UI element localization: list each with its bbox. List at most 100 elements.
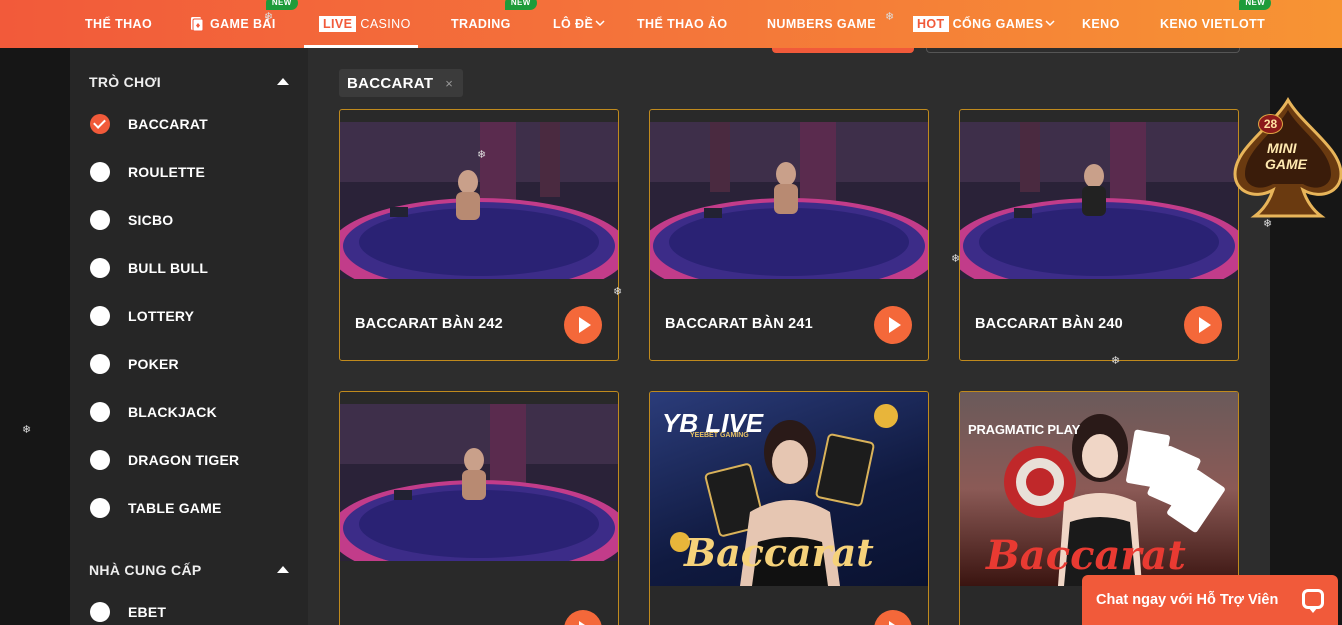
nav-the-thao[interactable]: THỂ THAO (85, 0, 152, 48)
top-navigation: THỂ THAO GAME BÀI NEW LIVE CASINO TRADIN… (0, 0, 1342, 48)
live-table-thumbnail (650, 122, 928, 279)
radio-icon[interactable] (90, 402, 110, 422)
baccarat-wordmark: Baccarat (986, 532, 1186, 579)
left-gutter (0, 48, 70, 625)
play-icon[interactable] (874, 306, 912, 344)
game-filter-sicbo[interactable]: SICBO (90, 209, 173, 231)
live-table-thumbnail (340, 404, 618, 561)
active-nav-indicator (304, 45, 418, 48)
nav-cong-games[interactable]: HOT CỔNG GAMES (913, 0, 1055, 48)
filter-label: BLACKJACK (128, 404, 217, 420)
nav-label: KENO (1082, 17, 1120, 31)
mini-game-label: MINI (1267, 140, 1297, 156)
nav-numbers-game[interactable]: NUMBERS GAME (767, 0, 876, 48)
yb-live-baccarat-banner: YB LIVE YEEBET GAMING Baccarat (650, 392, 928, 586)
game-card[interactable]: YB LIVE YEEBET GAMING Baccarat (649, 391, 929, 625)
new-badge: NEW (265, 0, 298, 10)
card-title: BACCARAT BÀN 242 (355, 316, 503, 332)
nav-keno-vietlott[interactable]: KENO VIETLOTT NEW (1160, 0, 1272, 48)
filter-label: BACCARAT (128, 116, 208, 132)
nav-label: THỂ THAO (85, 17, 153, 31)
game-card[interactable]: BACCARAT BÀN 241 (649, 109, 929, 361)
chevron-down-icon (1045, 19, 1055, 30)
nav-label: KENO VIETLOTT (1160, 17, 1266, 31)
nav-casino[interactable]: LIVE CASINO (319, 0, 411, 48)
active-filter-chip: BACCARAT × (339, 69, 463, 97)
mini-game-count: 28 (1258, 114, 1283, 134)
nav-label: NUMBERS GAME (767, 17, 876, 31)
support-chat-button[interactable]: Chat ngay với Hỗ Trợ Viên (1082, 575, 1338, 625)
close-icon[interactable]: × (445, 76, 453, 91)
nav-trading[interactable]: TRADING NEW (451, 0, 537, 48)
providers-section-title: NHÀ CUNG CẤP (89, 562, 202, 578)
nav-the-thao-ao[interactable]: THỂ THAO ẢO (637, 0, 728, 48)
game-filter-dragon-tiger[interactable]: DRAGON TIGER (90, 449, 239, 471)
mini-game-label: GAME (1265, 156, 1307, 172)
play-icon[interactable] (564, 306, 602, 344)
pragmatic-play-logo: PRAGMATIC PLAY (968, 422, 1081, 437)
filter-label: EBET (128, 604, 167, 620)
new-badge: NEW (1239, 0, 1272, 10)
yb-live-subtitle: YEEBET GAMING (690, 432, 749, 439)
game-card[interactable]: BACCARAT BÀN 242 (339, 109, 619, 361)
snowflake-icon: ❄ (951, 253, 961, 265)
snowflake-icon: ❄ (885, 11, 895, 23)
collapse-caret-icon[interactable] (277, 78, 289, 85)
filter-label: POKER (128, 356, 179, 372)
game-filter-blackjack[interactable]: BLACKJACK (90, 401, 217, 423)
snowflake-icon: ❄ (264, 11, 274, 23)
filter-label: ROULETTE (128, 164, 206, 180)
chevron-down-icon (595, 19, 605, 30)
snowflake-icon: ❄ (613, 286, 623, 298)
filter-label: DRAGON TIGER (128, 452, 240, 468)
game-card[interactable]: BACCARAT BÀN 240 (959, 109, 1239, 361)
play-icon[interactable] (874, 610, 912, 625)
nav-label: LÔ ĐỀ (553, 17, 594, 31)
radio-icon[interactable] (90, 258, 110, 278)
radio-icon[interactable] (90, 498, 110, 518)
game-filter-roulette[interactable]: ROULETTE (90, 161, 205, 183)
nav-game-bai[interactable]: GAME BÀI NEW (190, 0, 298, 48)
filter-label: TABLE GAME (128, 500, 222, 516)
radio-icon[interactable] (90, 602, 110, 622)
provider-filter-ebet[interactable]: EBET (90, 601, 166, 623)
search-field[interactable] (926, 48, 1240, 53)
radio-icon[interactable] (90, 354, 110, 374)
nav-lo-de[interactable]: LÔ ĐỀ (553, 0, 605, 48)
baccarat-wordmark: Baccarat (684, 530, 874, 575)
radio-icon[interactable] (90, 450, 110, 470)
filter-label: BULL BULL (128, 260, 209, 276)
game-filter-bull-bull[interactable]: BULL BULL (90, 257, 208, 279)
filter-label: LOTTERY (128, 308, 195, 324)
live-table-thumbnail (340, 122, 618, 279)
game-filter-baccarat[interactable]: BACCARAT (90, 113, 208, 135)
nav-label: CỔNG GAMES (952, 17, 1044, 31)
card-title: BACCARAT BÀN 241 (665, 316, 813, 332)
game-filter-lottery[interactable]: LOTTERY (90, 305, 194, 327)
radio-icon[interactable] (90, 162, 110, 182)
collapse-caret-icon[interactable] (277, 566, 289, 573)
game-filter-table-game[interactable]: TABLE GAME (90, 497, 222, 519)
live-tag: LIVE (319, 16, 357, 32)
live-table-thumbnail (960, 122, 1238, 279)
pragmatic-baccarat-banner: PRAGMATIC PLAY Baccarat (960, 392, 1238, 586)
play-icon[interactable] (564, 610, 602, 625)
snowflake-icon: ❄ (1263, 218, 1273, 230)
card-title: BACCARAT BÀN 240 (975, 316, 1123, 332)
chat-bubble-icon (1302, 589, 1324, 613)
game-card[interactable] (339, 391, 619, 625)
new-badge: NEW (504, 0, 537, 10)
play-icon[interactable] (1184, 306, 1222, 344)
chip-label: BACCARAT (347, 74, 434, 92)
radio-icon[interactable] (90, 210, 110, 230)
hot-tag: HOT (913, 16, 949, 32)
sort-button[interactable] (772, 48, 914, 53)
snowflake-icon: ❄ (22, 424, 32, 436)
nav-keno[interactable]: KENO (1082, 0, 1120, 48)
checkbox-checked-icon[interactable] (90, 114, 110, 134)
mini-game-launcher[interactable]: 28 MINI GAME (1233, 96, 1342, 221)
game-filter-poker[interactable]: POKER (90, 353, 179, 375)
snowflake-icon: ❄ (1111, 355, 1121, 367)
nav-label: THỂ THAO ẢO (637, 17, 728, 31)
radio-icon[interactable] (90, 306, 110, 326)
